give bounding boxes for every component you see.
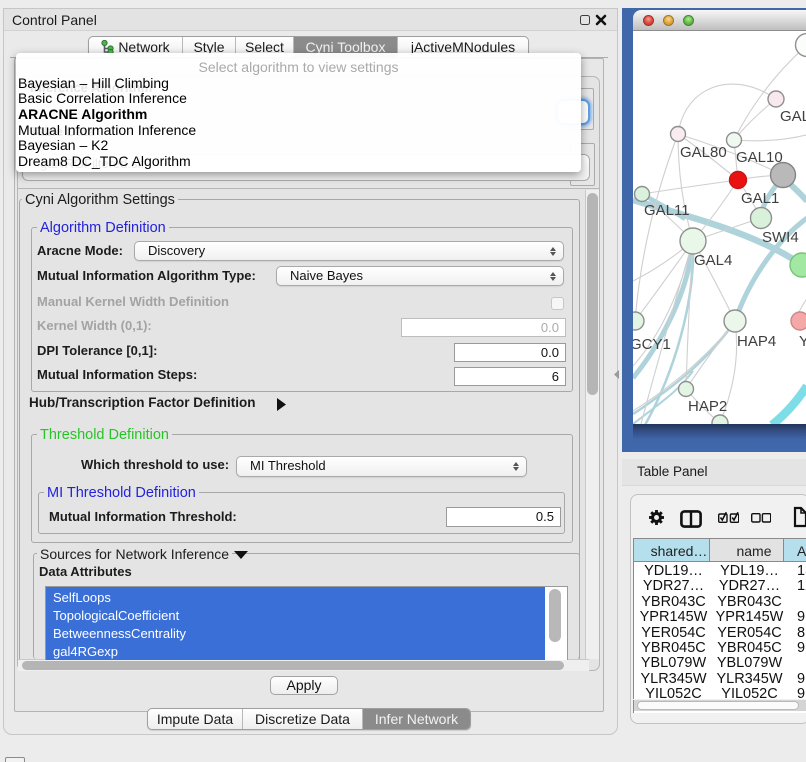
svg-text:HAP4: HAP4 bbox=[737, 333, 776, 350]
svg-text:GAL1: GAL1 bbox=[741, 190, 779, 207]
svg-text:GAL80: GAL80 bbox=[680, 144, 727, 161]
svg-text:SWI4: SWI4 bbox=[762, 229, 799, 246]
svg-text:GAL11: GAL11 bbox=[644, 202, 690, 219]
svg-text:GAL4: GAL4 bbox=[694, 252, 732, 269]
svg-text:GAL10: GAL10 bbox=[736, 149, 783, 166]
svg-text:YM: YM bbox=[799, 333, 806, 350]
svg-text:GCY1: GCY1 bbox=[633, 336, 671, 353]
svg-text:HAP2: HAP2 bbox=[688, 398, 727, 415]
svg-text:GAL7: GAL7 bbox=[780, 108, 806, 125]
